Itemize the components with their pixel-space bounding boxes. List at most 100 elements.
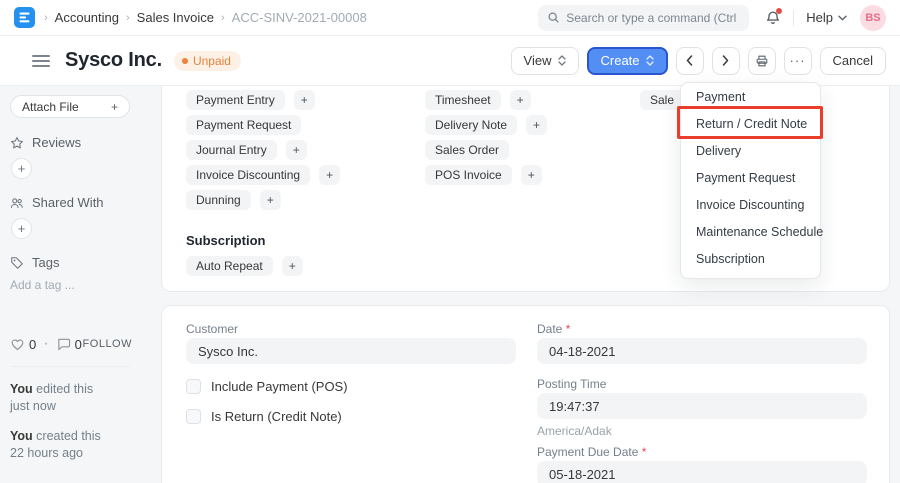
- date-field[interactable]: 04-18-2021: [537, 338, 867, 364]
- form-left-column: Customer Sysco Inc. Include Payment (POS…: [186, 322, 516, 483]
- select-arrows-icon: [558, 55, 566, 66]
- chevron-down-icon: [838, 15, 847, 21]
- add-auto-repeat-button[interactable]: +: [282, 256, 303, 276]
- breadcrumb-separator: ›: [44, 12, 48, 24]
- heart-icon[interactable]: [10, 337, 25, 351]
- breadcrumb-acc-sinv-2021-00008[interactable]: ACC-SINV-2021-00008: [232, 10, 367, 25]
- pill-row-sales-order: Sales Order: [425, 140, 640, 160]
- add-pos-invoice-button[interactable]: +: [521, 165, 542, 185]
- create-menu-item-return-credit-note[interactable]: Return / Credit Note: [681, 110, 820, 137]
- page-title: Sysco Inc.: [65, 49, 162, 72]
- dashboard-column-1: Payment Entry + Payment Request Journal Ent…: [186, 90, 425, 215]
- navbar-divider: [793, 10, 794, 26]
- printer-icon: [755, 54, 769, 68]
- dashboard-pill-invoice-discounting[interactable]: Invoice Discounting: [186, 165, 310, 185]
- posting-time-field[interactable]: 19:47:37: [537, 393, 867, 419]
- ellipsis-icon: ···: [790, 53, 806, 68]
- form-right-column: Date * 04-18-2021 Posting Time 19:47:37 …: [537, 322, 867, 483]
- dashboard-pill-sale[interactable]: Sale: [640, 90, 684, 110]
- tags-label: Tags: [32, 255, 59, 270]
- create-menu-item-subscription[interactable]: Subscription: [681, 245, 820, 272]
- required-asterisk: *: [566, 322, 571, 336]
- pill-row-journal-entry: Journal Entry +: [186, 140, 425, 160]
- cancel-button[interactable]: Cancel: [820, 47, 886, 75]
- breadcrumb-accounting[interactable]: Accounting: [55, 10, 119, 25]
- add-payment-entry-button[interactable]: +: [294, 90, 315, 110]
- follow-button[interactable]: FOLLOW: [83, 338, 132, 350]
- add-dunning-button[interactable]: +: [260, 190, 281, 210]
- dashboard-pill-dunning[interactable]: Dunning: [186, 190, 251, 210]
- dashboard-pill-payment-request[interactable]: Payment Request: [186, 115, 301, 135]
- create-menu-item-invoice-discounting[interactable]: Invoice Discounting: [681, 191, 820, 218]
- status-badge: Unpaid: [174, 51, 241, 71]
- search-icon: [547, 11, 560, 24]
- activity-entry: You edited thisjust now: [10, 381, 147, 415]
- comments-count: 0: [75, 337, 82, 352]
- activity-actor: You: [10, 429, 33, 443]
- pill-row-timesheet: Timesheet +: [425, 90, 640, 110]
- global-search[interactable]: [538, 5, 749, 31]
- breadcrumb-separator: ›: [221, 12, 225, 24]
- previous-record-button[interactable]: [676, 47, 704, 75]
- comment-icon[interactable]: [56, 337, 71, 351]
- checkbox-row-is-return-credit-note[interactable]: Is Return (Credit Note): [186, 409, 516, 424]
- status-label: Unpaid: [193, 54, 231, 68]
- dashboard-pill-auto-repeat[interactable]: Auto Repeat: [186, 256, 273, 276]
- payment-due-date-field[interactable]: 05-18-2021: [537, 461, 867, 483]
- search-input[interactable]: [566, 11, 740, 25]
- checkbox-label: Is Return (Credit Note): [211, 409, 342, 424]
- reviews-label: Reviews: [32, 135, 81, 150]
- add-timesheet-button[interactable]: +: [510, 90, 531, 110]
- checkbox-include-payment-pos[interactable]: [186, 379, 201, 394]
- create-menu-item-payment-request[interactable]: Payment Request: [681, 164, 820, 191]
- help-label: Help: [806, 10, 833, 25]
- users-icon: [10, 196, 24, 210]
- dashboard-pill-sales-order[interactable]: Sales Order: [425, 140, 509, 160]
- checkbox-is-return-credit-note[interactable]: [186, 409, 201, 424]
- pill-row-dunning: Dunning +: [186, 190, 425, 210]
- attach-file-button[interactable]: Attach File +: [10, 95, 130, 118]
- dashboard-pill-timesheet[interactable]: Timesheet: [425, 90, 501, 110]
- create-button[interactable]: Create: [587, 47, 668, 75]
- add-journal-entry-button[interactable]: +: [286, 140, 307, 160]
- pill-row-pos-invoice: POS Invoice +: [425, 165, 640, 185]
- customer-field[interactable]: Sysco Inc.: [186, 338, 516, 364]
- timezone-label: America/Adak: [537, 424, 867, 438]
- notifications-bell-icon[interactable]: [765, 10, 781, 26]
- help-menu[interactable]: Help: [806, 10, 847, 25]
- required-asterisk: *: [642, 445, 647, 459]
- next-record-button[interactable]: [712, 47, 740, 75]
- dashboard-pill-journal-entry[interactable]: Journal Entry: [186, 140, 277, 160]
- breadcrumb-sales-invoice[interactable]: Sales Invoice: [137, 10, 214, 25]
- chevron-right-icon: [722, 55, 729, 66]
- notification-dot: [776, 8, 782, 14]
- create-menu-item-delivery[interactable]: Delivery: [681, 137, 820, 164]
- activity-actor: You: [10, 382, 33, 396]
- create-menu-item-payment[interactable]: Payment: [681, 83, 820, 110]
- reviews-section-label: Reviews: [10, 135, 147, 150]
- create-menu-item-maintenance-schedule[interactable]: Maintenance Schedule: [681, 218, 820, 245]
- star-icon: [10, 136, 24, 150]
- sidebar-toggle-icon[interactable]: [32, 55, 50, 67]
- posting-time-field-label: Posting Time: [537, 377, 867, 391]
- dashboard-pill-delivery-note[interactable]: Delivery Note: [425, 115, 517, 135]
- print-button[interactable]: [748, 47, 776, 75]
- view-button[interactable]: View: [511, 47, 579, 75]
- more-options-button[interactable]: ···: [784, 47, 812, 75]
- checkbox-row-include-payment-pos[interactable]: Include Payment (POS): [186, 379, 516, 394]
- add-review-button[interactable]: +: [11, 158, 32, 179]
- add-delivery-note-button[interactable]: +: [526, 115, 547, 135]
- add-tag-input[interactable]: Add a tag ...: [10, 278, 147, 292]
- create-button-label: Create: [601, 53, 640, 68]
- avatar[interactable]: BS: [860, 5, 886, 31]
- page-header: Sysco Inc. Unpaid View Create: [0, 36, 900, 86]
- tags-section-label: Tags: [10, 255, 147, 270]
- attach-file-label: Attach File: [22, 100, 79, 114]
- view-button-label: View: [524, 53, 552, 68]
- add-invoice-discounting-button[interactable]: +: [319, 165, 340, 185]
- dashboard-pill-payment-entry[interactable]: Payment Entry: [186, 90, 285, 110]
- dashboard-pill-pos-invoice[interactable]: POS Invoice: [425, 165, 512, 185]
- share-button[interactable]: +: [11, 218, 32, 239]
- pill-row-invoice-discounting: Invoice Discounting +: [186, 165, 425, 185]
- erpnext-logo-icon[interactable]: [14, 7, 35, 28]
